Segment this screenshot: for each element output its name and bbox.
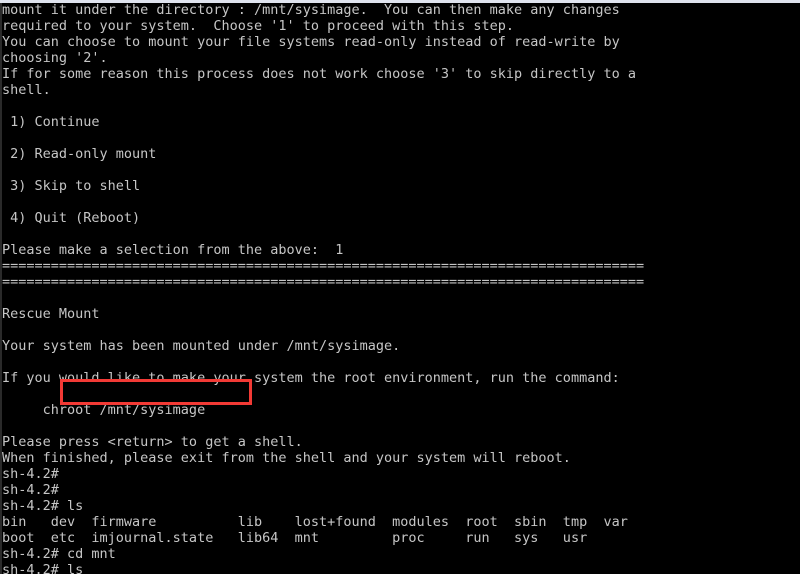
menu-option-quit-reboot[interactable]: 4) Quit (Reboot) <box>2 210 798 226</box>
terminal-line: shell. <box>2 82 51 98</box>
rescue-mount-heading: Rescue Mount <box>2 306 100 322</box>
terminal-line: You can choose to mount your file system… <box>2 34 620 50</box>
exit-shell-message: When finished, please exit from the shel… <box>2 450 571 466</box>
press-return-message: Please press <return> to get a shell. <box>2 434 303 450</box>
chroot-command-line: chroot /mnt/sysimage <box>2 402 206 418</box>
ls-output-row: boot etc imjournal.state lib64 mnt proc … <box>2 530 588 546</box>
separator-line: ========================================… <box>2 258 644 274</box>
menu-option-skip-to-shell[interactable]: 3) Skip to shell <box>2 178 798 194</box>
menu-option-continue[interactable]: 1) Continue <box>2 114 798 130</box>
terminal-line: mount it under the directory : /mnt/sysi… <box>2 2 620 18</box>
shell-command-ls: sh-4.2# ls <box>2 498 84 514</box>
root-environment-message: If you would like to make your system th… <box>2 370 620 386</box>
ls-output-row: bin dev firmware lib lost+found modules … <box>2 514 628 530</box>
menu-selection-prompt: Please make a selection from the above: … <box>2 242 344 258</box>
mounted-message: Your system has been mounted under /mnt/… <box>2 338 401 354</box>
terminal-screen: mount it under the directory : /mnt/sysi… <box>0 0 800 574</box>
menu-option-read-only-mount[interactable]: 2) Read-only mount <box>2 146 798 162</box>
terminal-output[interactable]: mount it under the directory : /mnt/sysi… <box>2 2 798 574</box>
shell-prompt-line: sh-4.2# <box>2 482 59 498</box>
terminal-line: If for some reason this process does not… <box>2 66 636 82</box>
shell-prompt-line: sh-4.2# <box>2 466 59 482</box>
shell-command-ls: sh-4.2# ls <box>2 562 84 574</box>
terminal-line: choosing '2'. <box>2 50 108 66</box>
terminal-line: required to your system. Choose '1' to p… <box>2 18 515 34</box>
shell-command-cd-mnt: sh-4.2# cd mnt <box>2 546 116 562</box>
separator-line: ========================================… <box>2 274 644 290</box>
